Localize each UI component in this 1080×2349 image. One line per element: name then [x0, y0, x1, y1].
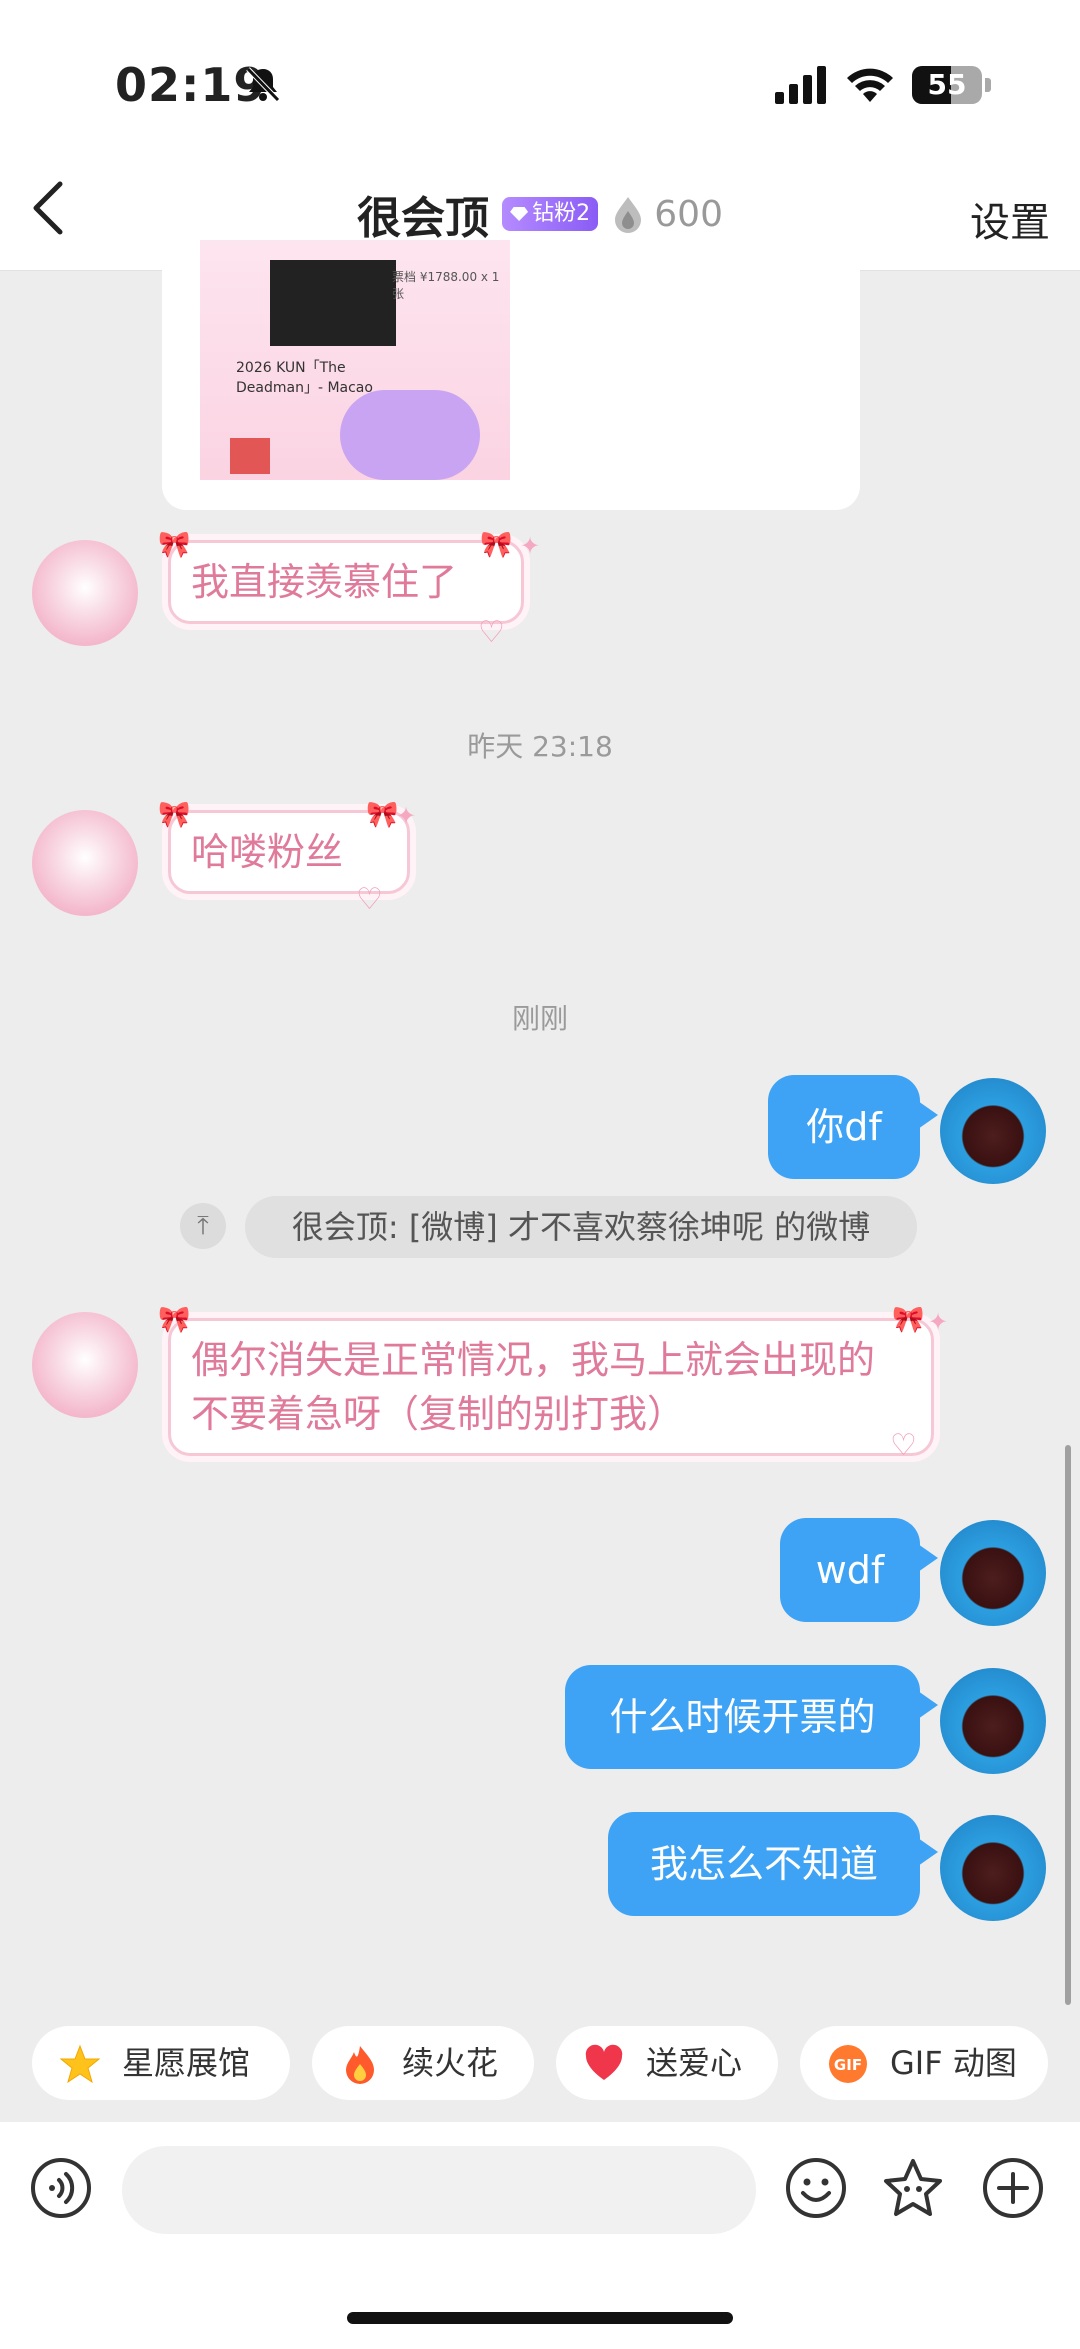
bubble-tail: [918, 1101, 938, 1129]
bow-decor-icon: 🎀: [158, 800, 191, 830]
quick-action-renew-spark[interactable]: 续火花: [312, 2026, 534, 2100]
message-bubble-left[interactable]: 我直接羡慕住了: [168, 540, 524, 624]
timestamp: 昨天 23:18: [467, 730, 613, 763]
battery-tip: [985, 78, 991, 92]
quick-action-label: 续火花: [402, 2044, 499, 2082]
avatar-self[interactable]: [940, 1815, 1046, 1921]
fan-level-label: 钻粉2: [532, 201, 591, 226]
bow-decor-icon: 🎀: [480, 530, 513, 560]
message-text: 你df: [806, 1105, 882, 1149]
quick-action-label: 送爱心: [646, 2044, 743, 2082]
star-icon: [60, 2044, 100, 2084]
chat-title-group[interactable]: 很会顶 钻粉2 600: [0, 182, 1080, 246]
emoji-icon[interactable]: [785, 2157, 847, 2219]
quick-action-send-love[interactable]: 送爱心: [556, 2026, 778, 2100]
message-bubble-right[interactable]: 你df: [768, 1075, 938, 1179]
shared-ticket-card[interactable]: 票档 ¥1788.00 x 1张 2026 KUN「The Deadman」- …: [162, 240, 860, 510]
bow-decor-icon: 🎀: [892, 1305, 925, 1335]
fan-level-badge: 钻粉2: [502, 197, 599, 231]
sparkle-decor-icon: ✦: [520, 532, 541, 560]
voice-input-icon[interactable]: [30, 2157, 92, 2219]
message-text: wdf: [815, 1548, 885, 1592]
bow-decor-icon: 🎀: [158, 530, 191, 560]
battery-indicator: 55: [912, 66, 982, 104]
chat-scrollbar[interactable]: [1065, 1445, 1071, 2005]
card-image: 票档 ¥1788.00 x 1张 2026 KUN「The Deadman」- …: [200, 240, 510, 480]
avatar-self[interactable]: [940, 1078, 1046, 1184]
settings-button[interactable]: 设置: [970, 190, 1050, 248]
gif-icon: GIF: [829, 2045, 867, 2083]
heart-icon: [585, 2044, 623, 2080]
home-indicator: [347, 2312, 733, 2324]
message-input[interactable]: [122, 2146, 756, 2234]
card-red-thumb: [230, 438, 270, 474]
bubble-tail: [918, 1544, 938, 1572]
sparkle-decor-icon: ✦: [928, 1308, 949, 1336]
sparkle-decor-icon: ✦: [396, 802, 417, 830]
card-ticket-info: 票档 ¥1788.00 x 1张: [392, 270, 500, 301]
battery-level: 55: [927, 68, 967, 101]
quick-action-wish-gallery[interactable]: 星愿展馆: [32, 2026, 290, 2100]
favorites-star-icon[interactable]: [882, 2157, 944, 2219]
svg-text:GIF: GIF: [834, 2056, 862, 2074]
avatar-contact[interactable]: [32, 810, 138, 916]
message-text: 我怎么不知道: [649, 1842, 878, 1886]
timestamp: 刚刚: [511, 1002, 568, 1035]
bow-decor-icon: 🎀: [158, 1305, 191, 1335]
share-notice-icon: ⤒: [180, 1203, 226, 1249]
avatar-self[interactable]: [940, 1668, 1046, 1774]
heart-decor-icon: ♡: [356, 882, 383, 917]
purple-mascot: [340, 390, 480, 480]
quick-action-label: 星愿展馆: [122, 2044, 251, 2082]
wifi-icon: [847, 68, 893, 102]
heart-decor-icon: ♡: [890, 1428, 917, 1463]
quick-action-gif[interactable]: GIF GIF 动图: [800, 2026, 1048, 2100]
message-bubble-right[interactable]: wdf: [780, 1518, 938, 1622]
share-notice[interactable]: 很会顶: [微博] 才不喜欢蔡徐坤呢 的微博: [245, 1196, 917, 1258]
fire-spark-icon: [615, 197, 642, 233]
avatar-self[interactable]: [940, 1520, 1046, 1626]
diamond-icon: [510, 207, 529, 221]
message-bubble-right[interactable]: 什么时候开票的: [565, 1665, 938, 1769]
avatar-contact[interactable]: [32, 540, 138, 646]
header-bar: 02:19 55 很会顶 钻粉2 600 设置: [0, 0, 1080, 271]
message-text: 什么时候开票的: [609, 1695, 876, 1739]
fire-count: 600: [654, 193, 723, 235]
bell-muted-icon: [246, 67, 280, 102]
bow-decor-icon: 🎀: [366, 800, 399, 830]
bubble-tail: [918, 1691, 938, 1719]
message-bubble-right[interactable]: 我怎么不知道: [608, 1812, 938, 1916]
avatar-contact[interactable]: [32, 1312, 138, 1418]
quick-action-label: GIF 动图: [890, 2044, 1017, 2082]
heart-decor-icon: ♡: [478, 615, 505, 650]
card-event-text: 2026 KUN「The Deadman」- Macao: [236, 360, 373, 396]
cellular-signal-icon: [775, 66, 826, 104]
fire-icon: [346, 2046, 374, 2084]
message-bubble-left[interactable]: 偶尔消失是正常情况，我马上就会出现的不要着急呀（复制的别打我）: [168, 1318, 934, 1456]
chat-title: 很会顶: [357, 193, 489, 244]
add-more-icon[interactable]: [982, 2157, 1044, 2219]
bubble-tail: [918, 1838, 938, 1866]
event-poster: [270, 260, 396, 346]
message-input-bar: [0, 2122, 1080, 2349]
